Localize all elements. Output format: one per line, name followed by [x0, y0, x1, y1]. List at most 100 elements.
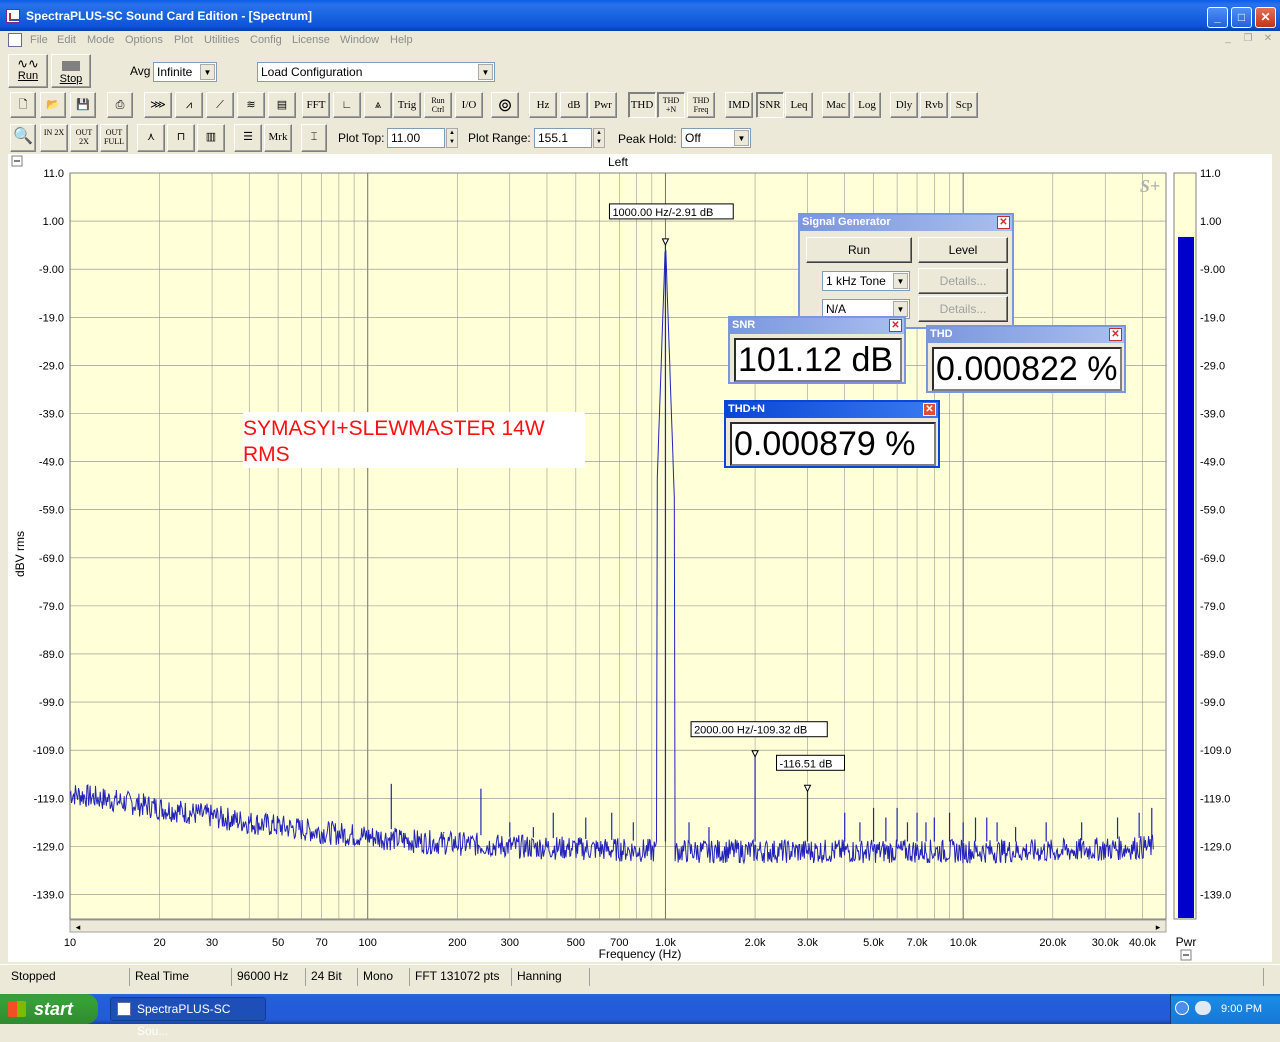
imd-button[interactable]: IMD [725, 92, 753, 118]
minimize-button[interactable]: _ [1207, 7, 1228, 28]
meter-tick-label: -99.0 [1200, 697, 1225, 709]
x-tick-label: 7.0k [907, 937, 928, 949]
generator-run-button[interactable]: Run [806, 237, 912, 263]
menu-edit[interactable]: Edit [57, 34, 76, 46]
leq-button[interactable]: Leq [785, 92, 813, 118]
hz-button[interactable]: Hz [529, 92, 557, 118]
close-icon[interactable]: ✕ [1109, 328, 1122, 341]
menu-config[interactable]: Config [250, 34, 282, 46]
generator-level-button[interactable]: Level [918, 237, 1008, 263]
menu-utilities[interactable]: Utilities [204, 34, 239, 46]
menu-bar: File Edit Mode Options Plot Utilities Co… [0, 31, 1280, 49]
step-display-icon[interactable]: ⊓ [167, 124, 195, 152]
stop-button[interactable]: Stop [51, 54, 91, 88]
close-icon[interactable]: ✕ [997, 216, 1010, 229]
scroll-left-icon[interactable]: ◂ [76, 922, 81, 932]
details-button-1[interactable]: Details... [918, 268, 1008, 294]
y-tick-label: -49.0 [39, 457, 64, 469]
zoom-icon[interactable]: 🔍 [10, 124, 36, 152]
app-icon[interactable] [6, 9, 20, 23]
zoom-out-2x-button[interactable]: OUT 2X [70, 124, 98, 152]
spectrum-chart[interactable]: Left 11.0 1.00 -9.00 -19.0 -29.0 -39.0 -49.0 -5… [8, 154, 1272, 962]
tray-app-icon[interactable] [1195, 1001, 1211, 1015]
details-button-2[interactable]: Details... [918, 296, 1008, 322]
mac-button[interactable]: Mac [822, 92, 850, 118]
document-icon[interactable] [8, 33, 22, 47]
log-button[interactable]: Log [853, 92, 881, 118]
mdi-minimize-icon[interactable]: _ [1222, 33, 1234, 45]
status-empty [590, 968, 1264, 986]
trigger-level-icon[interactable]: ⩓ [364, 92, 392, 118]
axis-icon[interactable]: ∟ [333, 92, 361, 118]
print-icon[interactable]: ⎙ [107, 92, 133, 118]
filter-icon[interactable]: ⋙ [144, 92, 172, 118]
new-icon[interactable]: 🗋 [10, 92, 36, 118]
maximize-button[interactable]: □ [1231, 7, 1252, 28]
spectrogram-icon[interactable]: ▤ [268, 92, 296, 118]
dly-button[interactable]: Dly [890, 92, 918, 118]
scp-button[interactable]: Scp [950, 92, 978, 118]
tray-expand-icon[interactable] [1175, 1001, 1189, 1015]
snr-button[interactable]: SNR [756, 92, 784, 118]
open-folder-icon[interactable]: 📂 [40, 92, 66, 118]
chevron-down-icon[interactable]: ▼ [893, 273, 908, 289]
start-button[interactable]: start [0, 994, 98, 1024]
chevron-down-icon[interactable]: ▼ [200, 64, 215, 80]
x-tick-label: 2.0k [745, 937, 766, 949]
save-icon[interactable]: 💾 [70, 92, 96, 118]
scroll-right-icon[interactable]: ▸ [1156, 922, 1161, 932]
peak-hold-label: Peak Hold: [618, 132, 677, 146]
taskbar-item-spectraplus[interactable]: SpectraPLUS-SC Sou... [110, 997, 266, 1038]
trig-button[interactable]: Trig [393, 92, 421, 118]
chevron-down-icon[interactable]: ▼ [478, 64, 493, 80]
waterfall-icon[interactable]: ≋ [237, 92, 265, 118]
mrk-button[interactable]: Mrk [264, 124, 292, 152]
menu-window[interactable]: Window [340, 34, 379, 46]
load-configuration-select[interactable]: Load Configuration ▼ [257, 62, 495, 82]
peak-hold-select[interactable]: Off ▼ [681, 128, 751, 148]
chevron-down-icon[interactable]: ▼ [734, 130, 749, 146]
db-button[interactable]: dB [560, 92, 588, 118]
io-button[interactable]: I/O [455, 92, 483, 118]
plot-range-spinner[interactable]: ▲ ▼ [593, 128, 605, 148]
windows-logo-icon [8, 1001, 26, 1017]
plot-top-spinner[interactable]: ▲ ▼ [446, 128, 458, 148]
rvb-button[interactable]: Rvb [920, 92, 948, 118]
peak-display-icon[interactable]: ⋏ [137, 124, 165, 152]
menu-mode[interactable]: Mode [87, 34, 115, 46]
ramp-icon[interactable]: ⟋ [206, 92, 234, 118]
close-icon[interactable]: ✕ [889, 319, 902, 332]
window-title: SpectraPLUS-SC Sound Card Edition - [Spe… [26, 9, 313, 23]
zoom-full-button[interactable]: OUT FULL [100, 124, 128, 152]
pwr-button[interactable]: Pwr [589, 92, 617, 118]
close-icon[interactable]: ✕ [923, 403, 936, 416]
mdi-restore-icon[interactable]: ❐ [1242, 33, 1254, 45]
cursor-icon[interactable]: ⌶ [301, 124, 327, 152]
bar-display-icon[interactable]: ▥ [197, 124, 225, 152]
tone-select[interactable]: 1 kHz Tone ▼ [822, 271, 910, 291]
chevron-down-icon[interactable]: ▼ [893, 301, 908, 317]
plot-top-input[interactable]: 11.00 [387, 128, 445, 148]
fft-button[interactable]: FFT [302, 92, 330, 118]
avg-select[interactable]: Infinite ▼ [153, 62, 217, 82]
close-button[interactable]: ✕ [1255, 7, 1276, 28]
y-tick-label: -19.0 [39, 312, 64, 324]
legend-icon[interactable]: ☰ [234, 124, 262, 152]
thd-button[interactable]: THD [628, 92, 656, 118]
menu-options[interactable]: Options [125, 34, 163, 46]
run-button[interactable]: ∿∿ Run [8, 54, 48, 88]
y-tick-label: -89.0 [39, 649, 64, 661]
run-ctrl-button[interactable]: Run Ctrl [424, 92, 452, 118]
zoom-in-2x-button[interactable]: IN 2X [40, 124, 68, 152]
horizontal-scrollbar[interactable] [69, 919, 1167, 933]
thd-n-button[interactable]: THD +N [657, 92, 685, 118]
menu-file[interactable]: File [30, 34, 48, 46]
spectrum-mode-icon[interactable]: ⩘ [175, 92, 203, 118]
plot-range-input[interactable]: 155.1 [534, 128, 592, 148]
mdi-close-icon[interactable]: ✕ [1262, 33, 1274, 45]
menu-help[interactable]: Help [390, 34, 413, 46]
menu-plot[interactable]: Plot [174, 34, 193, 46]
thd-freq-button[interactable]: THD Freq [687, 92, 715, 118]
menu-license[interactable]: License [292, 34, 330, 46]
generator-icon[interactable]: ⊚ [491, 92, 519, 118]
